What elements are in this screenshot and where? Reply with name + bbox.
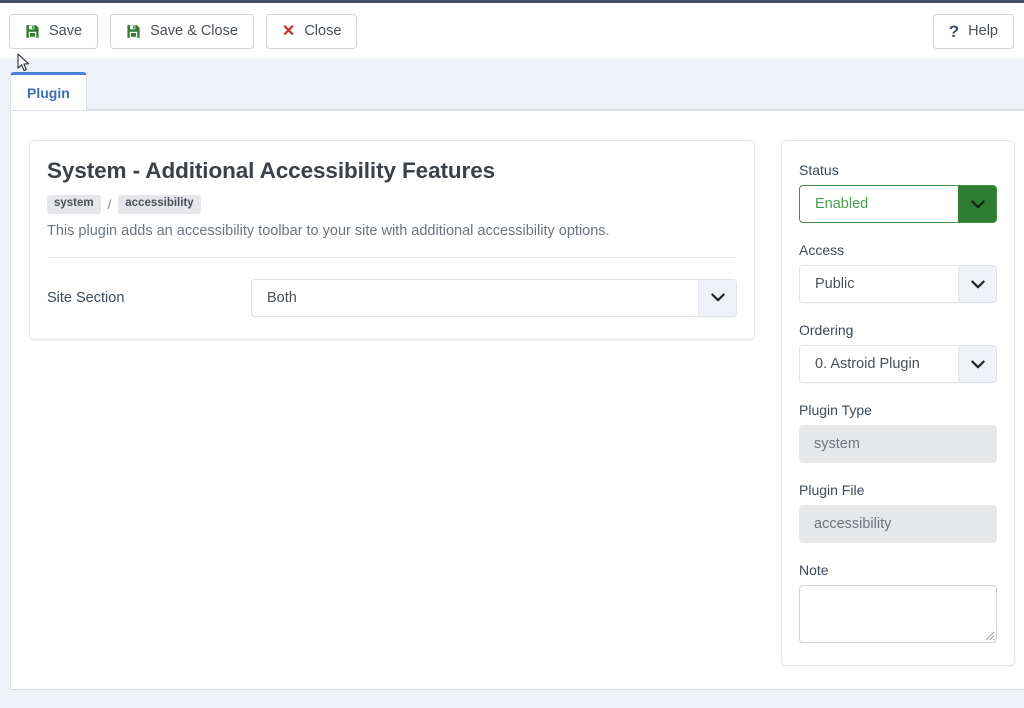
badge-plugin-file: accessibility: [118, 195, 201, 214]
floppy-disk-icon: [126, 24, 141, 39]
card-divider: [47, 256, 737, 258]
chevron-down-icon[interactable]: [958, 346, 996, 382]
status-value: Enabled: [815, 196, 869, 212]
status-select[interactable]: Enabled: [799, 185, 997, 223]
note-textarea[interactable]: [799, 585, 997, 643]
ordering-select[interactable]: 0. Astroid Plugin: [799, 345, 997, 383]
note-label: Note: [799, 562, 829, 578]
toolbar-left-group: Save Save & Close ✕ Close: [9, 14, 358, 49]
plugin-details-card: System - Additional Accessibility Featur…: [29, 140, 755, 340]
plugin-type-value: system: [799, 425, 997, 463]
plugin-file-value: accessibility: [799, 505, 997, 543]
help-button-label: Help: [968, 23, 998, 40]
field-site-section: Site Section Both: [47, 278, 737, 317]
site-section-value: Both: [267, 289, 297, 306]
toolbar-right-group: ? Help: [932, 14, 1014, 49]
field-status: Status Enabled: [799, 162, 997, 223]
site-section-select[interactable]: Both: [251, 278, 737, 317]
access-label: Access: [799, 242, 845, 258]
ordering-value: 0. Astroid Plugin: [815, 356, 920, 372]
toolbar: Save Save & Close ✕ Close ? Help: [0, 3, 1024, 58]
save-and-close-button-label: Save & Close: [150, 23, 238, 40]
plugin-description: This plugin adds an accessibility toolba…: [47, 222, 610, 239]
ordering-label: Ordering: [799, 322, 854, 338]
content-panel: System - Additional Accessibility Featur…: [10, 110, 1024, 690]
tab-plugin[interactable]: Plugin: [10, 72, 87, 110]
plugin-file-label: Plugin File: [799, 482, 865, 498]
field-plugin-file: Plugin File accessibility: [799, 482, 997, 543]
close-button[interactable]: ✕ Close: [265, 14, 358, 49]
plugin-settings-sidebar: Status Enabled Access Public Ordering 0.…: [781, 140, 1015, 666]
field-access: Access Public: [799, 242, 997, 303]
close-button-label: Close: [304, 23, 342, 40]
field-ordering: Ordering 0. Astroid Plugin: [799, 322, 997, 383]
tab-strip: Plugin: [0, 58, 1024, 110]
field-plugin-type: Plugin Type system: [799, 402, 997, 463]
save-button-label: Save: [49, 23, 83, 40]
chevron-down-icon[interactable]: [958, 186, 996, 222]
mouse-cursor: [17, 53, 30, 72]
site-section-label: Site Section: [47, 289, 125, 306]
floppy-disk-icon: [25, 24, 40, 39]
note-wrapper: [799, 585, 997, 643]
page-root: Save Save & Close ✕ Close ? Help Plugin …: [0, 0, 1024, 708]
site-section-control: Both: [251, 278, 737, 317]
page-title: System - Additional Accessibility Featur…: [47, 158, 496, 183]
x-icon: ✕: [281, 22, 296, 40]
access-value: Public: [815, 276, 855, 292]
tab-list: Plugin: [10, 72, 87, 110]
question-mark-icon: ?: [948, 22, 960, 41]
chevron-down-icon[interactable]: [958, 266, 996, 302]
badge-plugin-type: system: [47, 195, 101, 214]
plugin-badges: system / accessibility: [47, 195, 737, 214]
save-and-close-button[interactable]: Save & Close: [110, 14, 254, 49]
field-note: Note: [799, 562, 997, 643]
badge-separator: /: [107, 196, 112, 212]
status-label: Status: [799, 162, 839, 178]
plugin-type-label: Plugin Type: [799, 402, 872, 418]
access-select[interactable]: Public: [799, 265, 997, 303]
help-button[interactable]: ? Help: [932, 14, 1014, 49]
chevron-down-icon[interactable]: [698, 279, 736, 316]
save-button[interactable]: Save: [9, 14, 99, 49]
tab-plugin-label: Plugin: [27, 84, 70, 101]
